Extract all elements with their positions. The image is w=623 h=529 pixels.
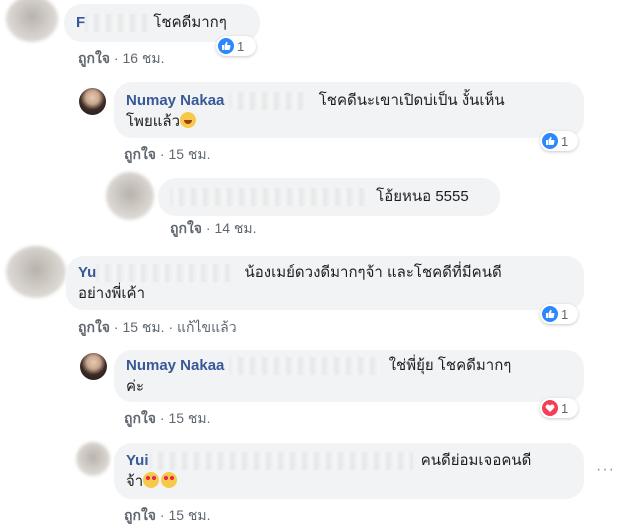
redacted-name: [228, 92, 305, 111]
commenter-name[interactable]: Numay Nakaa: [126, 357, 224, 374]
comment-meta: ถูกใจ · 14 ชม.: [170, 218, 257, 240]
reaction-badge[interactable]: 1: [540, 131, 578, 151]
comment-meta: ถูกใจ · 15 ชม.: [124, 144, 211, 166]
avatar[interactable]: [106, 172, 154, 220]
comment-bubble: โอ้ยหนอ 5555: [158, 178, 500, 216]
timestamp[interactable]: 15 ชม.: [168, 146, 210, 162]
avatar[interactable]: [6, 0, 58, 42]
separator: ·: [168, 319, 174, 335]
comment-text: โพยแล้ว: [126, 113, 181, 130]
thumbs-up-icon: [542, 133, 558, 149]
thumbs-up-icon: [542, 306, 558, 322]
comment-bubble: Numay Nakaa ใช่พี่ยุ้ย โชคดีมากๆ ค่ะ: [114, 350, 584, 402]
redacted-name: [96, 264, 233, 283]
comment-text: โชคดีนะเขาเปิดบ่เป็น งั้นเห็น: [318, 92, 505, 109]
smiling-hearts-emoji-icon: [161, 472, 178, 488]
separator: ·: [159, 146, 165, 162]
separator: ·: [205, 220, 211, 236]
redacted-name: [85, 14, 150, 33]
comment-meta: ถูกใจ · 15 ชม. · แก้ไขแล้ว: [78, 317, 237, 339]
comment-text: อย่างพี่เค้า: [78, 285, 146, 302]
comment-meta: ถูกใจ · 15 ชม.: [124, 408, 211, 430]
comment-bubble: Numay Nakaa โชคดีนะเขาเปิดบ่เป็น งั้นเห็…: [114, 82, 584, 138]
separator: ·: [159, 507, 165, 523]
avatar[interactable]: [76, 442, 110, 476]
reaction-count: 1: [561, 306, 569, 322]
comment-text: ค่ะ: [126, 378, 145, 395]
comment-text: โชคดีมากๆ: [153, 14, 227, 31]
timestamp[interactable]: 15 ชม.: [168, 410, 210, 426]
comment-meta: ถูกใจ · 16 ชม.: [78, 48, 165, 70]
smiling-hearts-emoji-icon: [143, 472, 160, 488]
comment-text: โอ้ยหนอ 5555: [376, 188, 469, 205]
redacted-name: [170, 188, 368, 207]
redacted-name: [228, 357, 381, 376]
laughing-emoji-icon: [180, 112, 197, 128]
like-link[interactable]: ถูกใจ: [170, 220, 202, 236]
redacted-name: [148, 452, 413, 471]
reaction-badge[interactable]: 1: [216, 36, 256, 56]
more-options-icon[interactable]: ···: [596, 461, 615, 479]
separator: ·: [113, 50, 119, 66]
comment-text: จ้า: [126, 473, 144, 490]
reaction-count: 1: [561, 133, 569, 149]
avatar[interactable]: [79, 88, 106, 115]
timestamp[interactable]: 15 ชม.: [122, 319, 164, 335]
reaction-count: 1: [237, 38, 245, 54]
timestamp[interactable]: 14 ชม.: [214, 220, 256, 236]
like-link[interactable]: ถูกใจ: [124, 410, 156, 426]
reaction-count: 1: [561, 400, 569, 416]
reaction-badge[interactable]: 1: [540, 304, 578, 324]
comment-meta: ถูกใจ · 15 ชม.: [124, 505, 211, 527]
separator: ·: [159, 410, 165, 426]
thumbs-up-icon: [218, 38, 234, 54]
like-link[interactable]: ถูกใจ: [124, 146, 156, 162]
reaction-badge[interactable]: 1: [540, 398, 578, 418]
separator: ·: [113, 319, 119, 335]
comment-text: คนดีย่อมเจอคนดี: [420, 452, 532, 469]
comment-bubble: Yui คนดีย่อมเจอคนดี จ้า: [114, 443, 584, 499]
comment-text: น้องเมย์ดวงดีมากๆจ้า และโชคดีที่มีคนดี: [244, 264, 502, 281]
avatar[interactable]: [6, 246, 66, 298]
edited-label[interactable]: แก้ไขแล้ว: [177, 319, 237, 335]
like-link[interactable]: ถูกใจ: [78, 50, 110, 66]
comment-bubble: Yu น้องเมย์ดวงดีมากๆจ้า และโชคดีที่มีคนด…: [66, 256, 584, 310]
avatar[interactable]: [80, 353, 107, 380]
like-link[interactable]: ถูกใจ: [78, 319, 110, 335]
heart-icon: [542, 400, 558, 416]
timestamp[interactable]: 16 ชม.: [122, 50, 164, 66]
commenter-name[interactable]: Yui: [126, 452, 149, 469]
like-link[interactable]: ถูกใจ: [124, 507, 156, 523]
comment-text: ใช่พี่ยุ้ย โชคดีมากๆ: [388, 357, 512, 374]
commenter-name[interactable]: F: [76, 14, 85, 31]
timestamp[interactable]: 15 ชม.: [168, 507, 210, 523]
commenter-name[interactable]: Numay Nakaa: [126, 92, 224, 109]
commenter-name[interactable]: Yu: [78, 264, 96, 281]
